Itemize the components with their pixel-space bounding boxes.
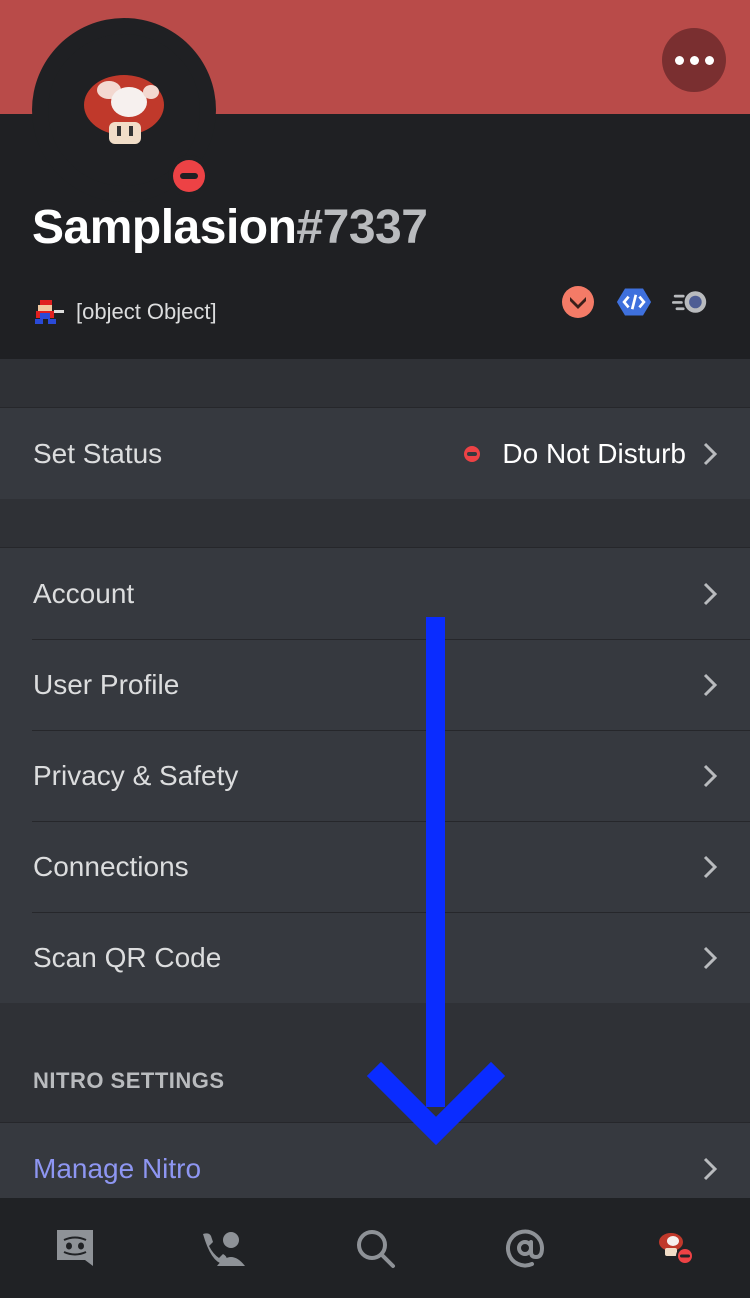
discord-home-icon [57,1230,93,1266]
username: Samplasion#7337 [32,200,428,255]
section-gap [0,1003,750,1122]
section-gap [0,499,750,547]
chevron-right-icon [703,855,718,878]
mario-emoji-icon [35,300,64,324]
account-row[interactable]: Account [0,548,750,639]
chevron-right-icon [703,764,718,787]
status-value-text: Do Not Disturb [502,437,686,469]
username-text: Samplasion [32,201,297,254]
dot-icon [689,55,699,65]
badges [560,284,708,320]
discriminator: #7337 [296,201,428,254]
chevron-right-icon [703,673,718,696]
tab-mentions[interactable] [495,1218,555,1278]
scan-qr-label: Scan QR Code [33,941,222,973]
dnd-status-indicator [168,155,210,197]
user-settings-group: Account User Profile Privacy & Safety Co… [0,547,750,1004]
tab-search[interactable] [345,1218,405,1278]
scan-qr-row[interactable]: Scan QR Code [0,912,750,1003]
chevron-right-icon [703,1157,718,1180]
friends-call-icon [203,1232,245,1266]
verified-developer-badge-icon[interactable] [616,284,652,320]
connections-row[interactable]: Connections [0,821,750,912]
nitro-settings-header: NITRO SETTINGS [33,1068,225,1093]
search-icon [357,1230,395,1268]
dnd-icon [464,445,481,462]
user-profile-row[interactable]: User Profile [0,639,750,730]
status-value: Do Not Disturb [464,438,686,470]
tab-friends[interactable] [195,1218,255,1278]
more-options-button[interactable] [662,28,726,92]
tab-home[interactable] [45,1218,105,1278]
chevron-right-icon [703,582,718,605]
bottom-tab-bar [0,1198,750,1298]
chevron-right-icon [703,442,718,465]
chevron-right-icon [703,946,718,969]
user-profile-label: User Profile [33,668,180,700]
mushroom-avatar-icon [84,75,164,144]
privacy-safety-row[interactable]: Privacy & Safety [0,730,750,821]
profile-avatar-icon [659,1233,694,1265]
set-status-row[interactable]: Set Status Do Not Disturb [0,408,750,499]
custom-status: [object Object] [32,296,217,328]
set-status-label: Set Status [33,437,163,469]
dot-icon [704,55,714,65]
tab-profile[interactable] [645,1218,705,1278]
status-group: Set Status Do Not Disturb [0,407,750,500]
hypesquad-brilliance-badge-icon[interactable] [560,284,596,320]
custom-status-text: [object Object] [76,299,217,324]
dot-icon [674,55,684,65]
connections-label: Connections [33,850,189,882]
section-gap [0,359,750,407]
nitro-boost-badge-icon[interactable] [672,284,708,320]
manage-nitro-label: Manage Nitro [33,1152,202,1184]
privacy-safety-label: Privacy & Safety [33,759,239,791]
account-label: Account [33,577,135,609]
mentions-icon [506,1229,545,1268]
